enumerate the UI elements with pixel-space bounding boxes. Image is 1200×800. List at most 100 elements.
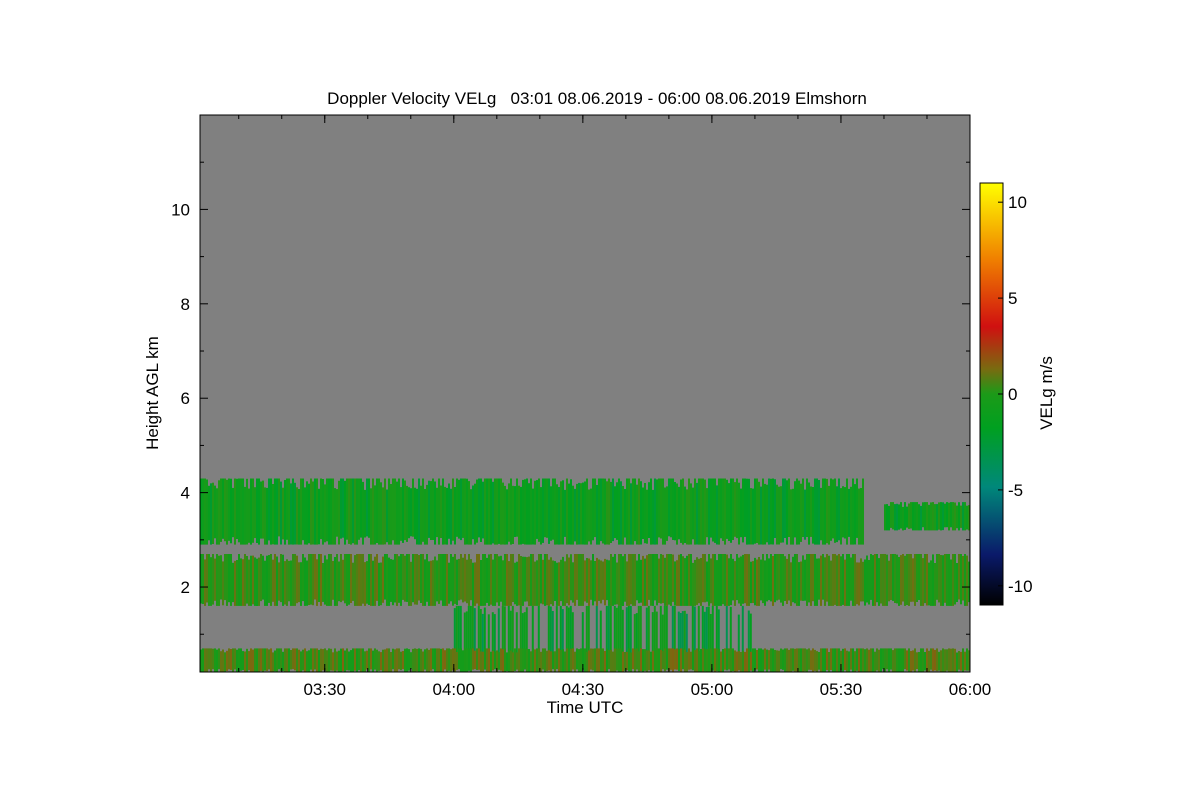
echo-streak (384, 649, 386, 672)
echo-streak (598, 478, 600, 545)
y-tick-label: 4 (181, 484, 190, 503)
echo-streak (306, 560, 308, 606)
echo-streak (250, 555, 252, 606)
echo-streak (210, 483, 212, 545)
echo-streak (624, 489, 626, 538)
echo-streak (814, 478, 816, 545)
echo-streak (230, 649, 232, 670)
echo-streak (430, 560, 432, 606)
echo-streak (234, 648, 236, 670)
echo-streak (422, 478, 424, 542)
echo-streak (602, 561, 604, 600)
echo-streak (880, 554, 882, 604)
x-tick-label: 05:00 (691, 680, 734, 699)
echo-streak (758, 481, 760, 545)
echo-streak (622, 651, 624, 672)
echo-streak (212, 482, 214, 544)
echo-streak (608, 560, 610, 606)
echo-streak (712, 478, 714, 542)
echo-streak (682, 556, 684, 606)
echo-streak (380, 562, 382, 606)
echo-streak (396, 481, 398, 545)
echo-streak (700, 649, 702, 672)
echo-streak (542, 478, 544, 543)
echo-streak (472, 562, 474, 606)
echo-streak (498, 478, 500, 544)
echo-streak (788, 478, 790, 537)
echo-streak (808, 554, 810, 603)
echo-streak (696, 648, 698, 672)
echo-streak (938, 651, 940, 671)
echo-streak (714, 554, 716, 606)
echo-streak (280, 554, 282, 603)
echo-streak (516, 561, 518, 606)
echo-streak (756, 650, 758, 670)
echo-streak (828, 652, 830, 672)
echo-streak (226, 479, 228, 545)
echo-streak (314, 648, 316, 670)
echo-streak (294, 554, 296, 606)
echo-streak (950, 559, 952, 606)
echo-streak (956, 652, 958, 672)
echo-streak (394, 554, 396, 603)
echo-streak (416, 554, 418, 605)
echo-streak (550, 486, 552, 541)
echo-streak (836, 648, 838, 672)
echo-streak (464, 648, 466, 672)
echo-streak (584, 560, 586, 602)
echo-streak (250, 648, 252, 672)
echo-streak (522, 479, 524, 544)
echo-streak (714, 478, 716, 543)
echo-streak (662, 478, 664, 545)
echo-streak (928, 504, 930, 531)
echo-streak (262, 480, 264, 539)
echo-streak (696, 482, 698, 545)
echo-streak (650, 651, 652, 672)
echo-streak (900, 555, 902, 605)
echo-streak (302, 554, 304, 602)
echo-streak (888, 505, 890, 531)
echo-streak (614, 648, 616, 672)
echo-streak (702, 648, 704, 672)
echo-streak (336, 489, 338, 537)
echo-streak (720, 478, 722, 539)
echo-streak (380, 652, 382, 671)
echo-streak (442, 554, 444, 606)
echo-streak (248, 651, 250, 671)
echo-streak (370, 648, 372, 670)
echo-streak (318, 649, 320, 672)
echo-streak (630, 652, 632, 672)
echo-streak (630, 554, 632, 605)
echo-streak (418, 478, 420, 545)
echo-streak (668, 554, 670, 605)
echo-streak (618, 554, 620, 606)
echo-streak (436, 487, 438, 538)
echo-streak (758, 648, 760, 672)
echo-streak (645, 607, 648, 658)
echo-streak (928, 562, 930, 606)
echo-streak (450, 649, 452, 672)
echo-streak (548, 650, 550, 671)
echo-streak (842, 648, 844, 672)
echo-streak (818, 480, 820, 545)
echo-streak (264, 487, 266, 545)
echo-streak (518, 554, 520, 606)
echo-streak (456, 652, 458, 670)
echo-streak (674, 482, 676, 541)
echo-streak (444, 650, 446, 670)
echo-streak (710, 478, 712, 538)
echo-streak (810, 650, 812, 670)
echo-streak (886, 648, 888, 670)
echo-streak (940, 555, 942, 606)
echo-streak (334, 648, 336, 672)
echo-streak (934, 649, 936, 671)
echo-streak (914, 502, 916, 531)
echo-streak (462, 557, 464, 603)
echo-streak (648, 482, 650, 538)
echo-streak (902, 506, 904, 531)
echo-streak (854, 484, 856, 545)
echo-streak (816, 651, 818, 672)
echo-streak (741, 605, 744, 658)
echo-streak (814, 554, 816, 606)
echo-streak (282, 651, 284, 672)
